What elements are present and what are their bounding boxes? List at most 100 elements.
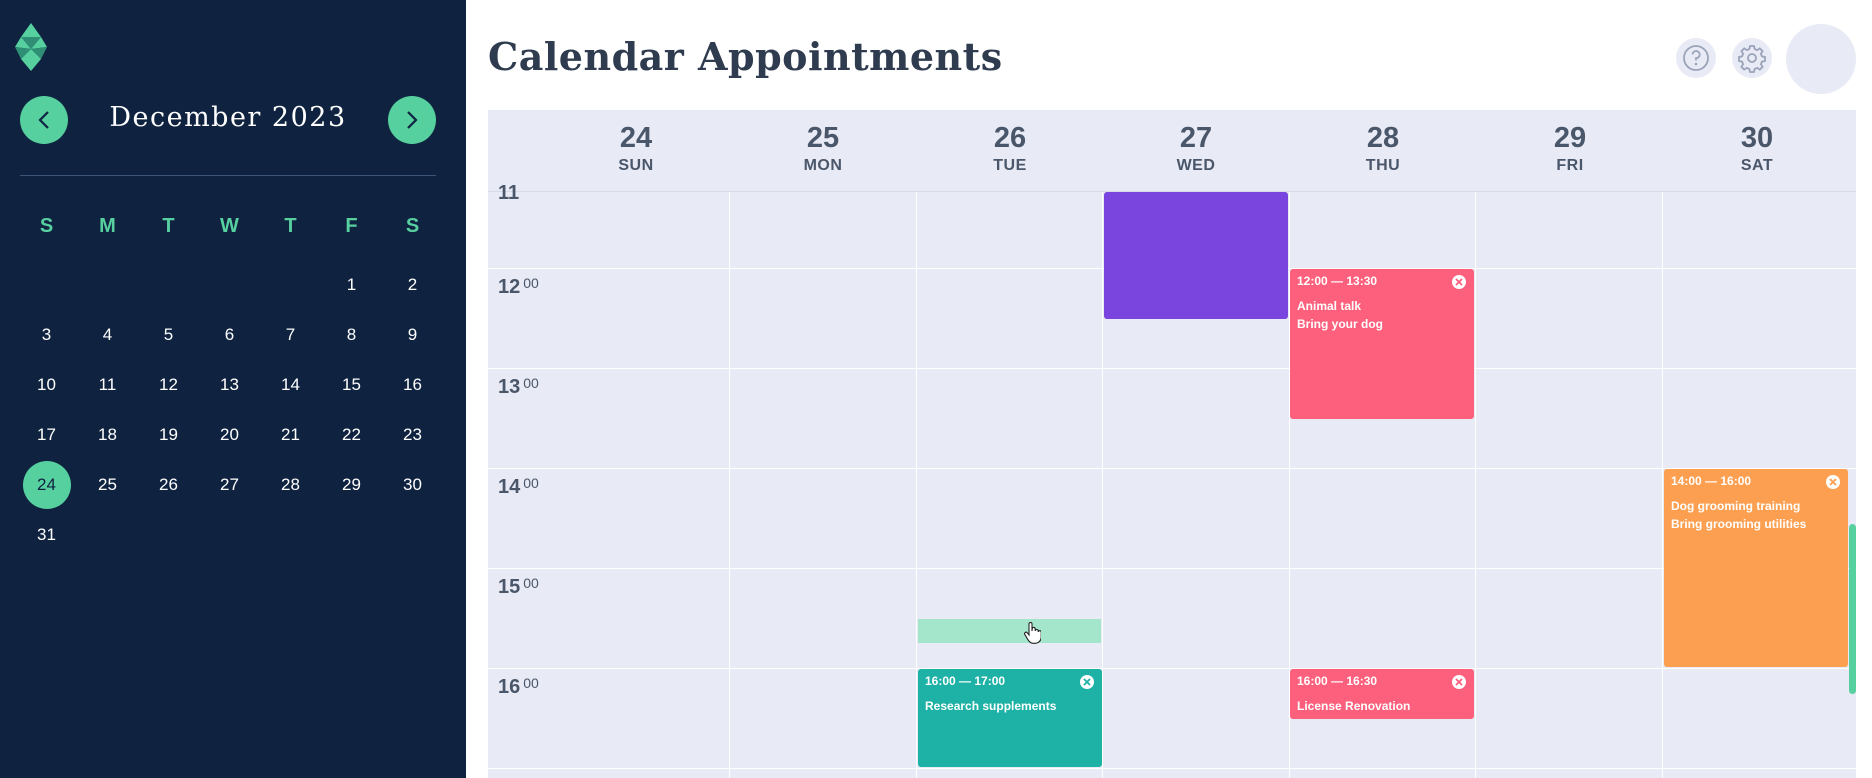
- mini-calendar-day-number: 20: [220, 425, 239, 444]
- mini-calendar-day[interactable]: 2: [382, 260, 443, 310]
- day-header[interactable]: 30 SAT: [1664, 122, 1850, 175]
- mini-calendar-day-number: 25: [98, 475, 117, 494]
- settings-button[interactable]: [1732, 38, 1772, 78]
- mini-calendar-day[interactable]: 30: [382, 460, 443, 510]
- mini-calendar-day[interactable]: 17: [16, 410, 77, 460]
- mini-calendar-day[interactable]: 19: [138, 410, 199, 460]
- mini-calendar-day[interactable]: 25: [77, 460, 138, 510]
- mini-calendar-day-number: 24: [22, 461, 71, 509]
- close-icon: [1829, 478, 1837, 486]
- mini-calendar-day[interactable]: 28: [260, 460, 321, 510]
- mini-calendar-day[interactable]: 23: [382, 410, 443, 460]
- hour-line: [488, 668, 1856, 669]
- event-card[interactable]: 14:00 — 16:00 Dog grooming training Brin…: [1664, 469, 1848, 667]
- day-number: 26: [993, 122, 1027, 154]
- hour-label-hour: 12: [498, 276, 521, 298]
- mini-calendar-day[interactable]: 29: [321, 460, 382, 510]
- day-header[interactable]: 29 FRI: [1477, 122, 1663, 175]
- calendar-header: 24 SUN 25 MON 26 TUE 27 WED 28 THU 29 FR…: [488, 110, 1856, 192]
- next-month-button[interactable]: [388, 96, 436, 144]
- day-header[interactable]: 25 MON: [730, 122, 916, 175]
- day-header[interactable]: 28 THU: [1290, 122, 1476, 175]
- mini-calendar-day[interactable]: 12: [138, 360, 199, 410]
- mini-calendar-day[interactable]: 4: [77, 310, 138, 360]
- day-header[interactable]: 24 SUN: [543, 122, 729, 175]
- column-divider: [729, 192, 730, 778]
- mini-calendar-day[interactable]: 7: [260, 310, 321, 360]
- mini-calendar-day-number: 12: [159, 375, 178, 394]
- delete-event-button[interactable]: [1826, 475, 1840, 489]
- day-header[interactable]: 27 WED: [1103, 122, 1289, 175]
- help-icon: [1683, 45, 1709, 71]
- mini-calendar-day[interactable]: 14: [260, 360, 321, 410]
- mini-calendar-day[interactable]: 11: [77, 360, 138, 410]
- mini-calendar-week: 12: [16, 260, 442, 310]
- mini-calendar-day-number: 16: [403, 375, 422, 394]
- user-avatar[interactable]: [1786, 24, 1856, 94]
- mini-calendar-empty-cell: [16, 260, 77, 310]
- event-card[interactable]: 16:00 — 17:00 Research supplements: [918, 669, 1102, 767]
- mini-calendar-day[interactable]: 22: [321, 410, 382, 460]
- day-number: 27: [1179, 122, 1213, 154]
- mini-calendar-day[interactable]: 24: [16, 460, 77, 510]
- delete-event-button[interactable]: [1452, 275, 1466, 289]
- mini-calendar-day[interactable]: 27: [199, 460, 260, 510]
- event-title: Dog grooming training: [1671, 499, 1801, 513]
- mini-calendar-day[interactable]: 15: [321, 360, 382, 410]
- mini-calendar-day[interactable]: 8: [321, 310, 382, 360]
- hour-label-partial: 11: [498, 182, 520, 204]
- day-header[interactable]: 26 TUE: [917, 122, 1103, 175]
- mini-calendar-day[interactable]: 18: [77, 410, 138, 460]
- delete-event-button[interactable]: [1080, 675, 1094, 689]
- close-icon: [1083, 678, 1091, 686]
- mini-calendar-day-number: 4: [102, 325, 113, 344]
- day-name: TUE: [993, 157, 1027, 174]
- day-name: SUN: [618, 157, 654, 174]
- mini-calendar-day[interactable]: 20: [199, 410, 260, 460]
- mini-calendar-day[interactable]: 9: [382, 310, 443, 360]
- mini-calendar-day[interactable]: 13: [199, 360, 260, 410]
- event-card[interactable]: 16:00 — 16:30 License Renovation: [1290, 669, 1474, 719]
- mini-calendar-day[interactable]: 10: [16, 360, 77, 410]
- mini-calendar-day[interactable]: 6: [199, 310, 260, 360]
- event-time: 12:00 — 13:30: [1297, 274, 1378, 288]
- mini-calendar-day-number: 2: [407, 275, 418, 294]
- delete-event-button[interactable]: [1452, 675, 1466, 689]
- event-title: Research supplements: [925, 699, 1057, 713]
- day-name: FRI: [1556, 157, 1584, 174]
- mini-calendar-day-number: 26: [159, 475, 178, 494]
- mini-calendar-day[interactable]: 31: [16, 510, 77, 560]
- hour-label-hour: 15: [498, 576, 521, 598]
- weekday-header: S: [39, 215, 54, 237]
- mini-calendar-day[interactable]: 5: [138, 310, 199, 360]
- new-event-drag-preview[interactable]: [918, 619, 1101, 643]
- sidebar: December 2023 S M T W T F S 1 2 3 4 5 6 7 8 9 10 1…: [0, 0, 466, 778]
- mini-calendar-day-number: 21: [281, 425, 300, 444]
- event-time: 16:00 — 16:30: [1297, 674, 1378, 688]
- day-name: THU: [1365, 157, 1401, 174]
- mini-calendar-day-number: 17: [37, 425, 56, 444]
- time-grid[interactable]: 11 12 00 13 00 14 00 15 00 16 00 12:00 — 13:3…: [488, 182, 1856, 778]
- help-button[interactable]: [1676, 38, 1716, 78]
- day-number: 30: [1740, 122, 1774, 154]
- mini-calendar-day[interactable]: 1: [321, 260, 382, 310]
- hour-label-minutes: 00: [523, 675, 539, 691]
- mini-calendar-day-number: 9: [407, 325, 418, 344]
- event-card[interactable]: 12:00 — 13:30 Animal talk Bring your dog: [1290, 269, 1474, 419]
- mini-calendar-day[interactable]: 16: [382, 360, 443, 410]
- mini-calendar: S M T W T F S 1 2 3 4 5 6 7 8 9 10 11 12 13 14 15 16 17 1…: [16, 210, 442, 560]
- column-divider: [1102, 192, 1103, 778]
- hour-label: 13 00: [498, 375, 539, 399]
- column-divider: [1662, 192, 1663, 778]
- calendar-scrollbar-thumb[interactable]: [1849, 524, 1856, 694]
- event-card[interactable]: [1104, 192, 1288, 319]
- current-month-label: December 2023: [109, 102, 347, 133]
- mini-calendar-day[interactable]: 26: [138, 460, 199, 510]
- mini-calendar-day-number: 1: [346, 275, 357, 294]
- sidebar-divider: [20, 175, 436, 176]
- week-calendar: 24 SUN 25 MON 26 TUE 27 WED 28 THU 29 FR…: [488, 110, 1856, 778]
- mini-calendar-day[interactable]: 3: [16, 310, 77, 360]
- hour-line: [488, 368, 1856, 369]
- mini-calendar-day[interactable]: 21: [260, 410, 321, 460]
- event-title: Animal talk: [1297, 299, 1362, 313]
